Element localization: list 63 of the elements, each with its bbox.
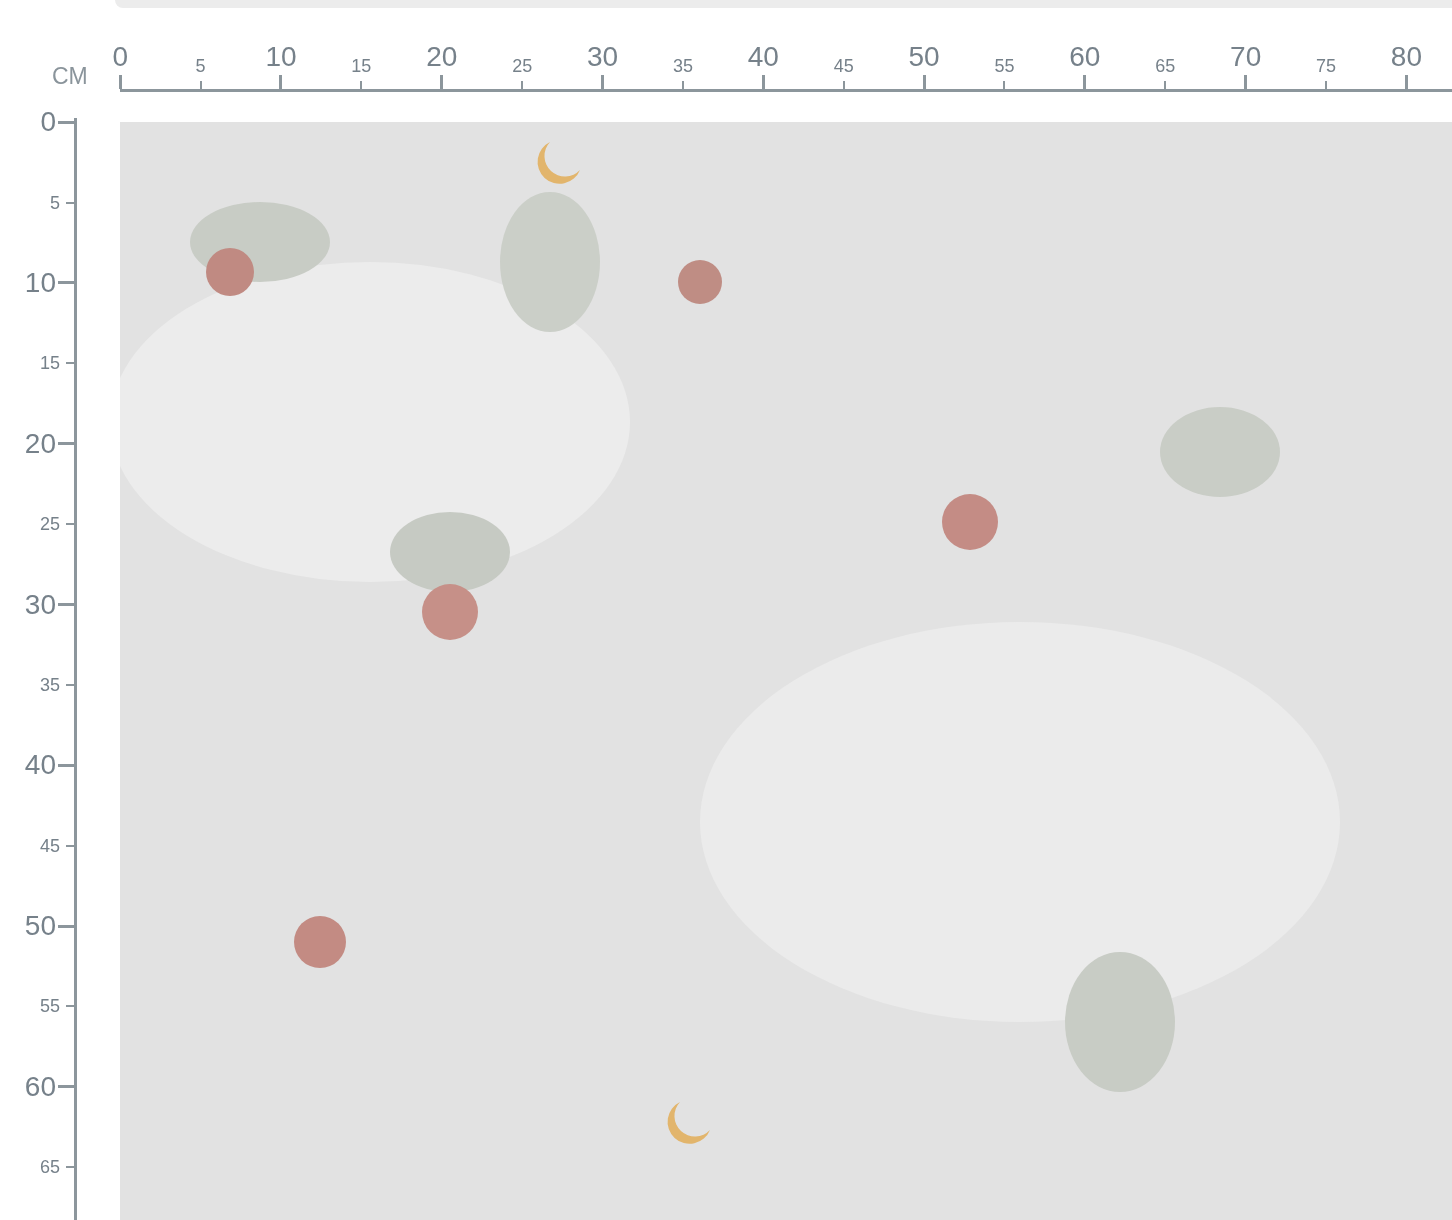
ruler-label: 40 [24, 751, 56, 780]
ruler-tick [58, 1085, 74, 1089]
ruler-tick [842, 81, 845, 89]
ruler-label: 5 [195, 57, 206, 75]
ruler-tick [58, 120, 74, 124]
ruler-label: 35 [39, 675, 60, 694]
ruler-label: 0 [40, 108, 56, 137]
ruler-label: 20 [426, 43, 458, 71]
ruler-label: 15 [351, 57, 372, 75]
ruler-label: 45 [39, 836, 60, 855]
ruler-tick [1164, 81, 1167, 89]
ruler-tick [58, 442, 74, 446]
ruler-label: 50 [24, 912, 56, 941]
ruler-label: 5 [50, 193, 60, 212]
ruler-label: 20 [24, 429, 56, 458]
ruler-tick [66, 1166, 74, 1169]
ruler-tick [922, 75, 926, 89]
ruler-tick [66, 201, 74, 204]
ruler-label: 10 [265, 43, 297, 71]
ruler-label: 60 [1069, 43, 1101, 71]
ruler-label: 35 [672, 57, 693, 75]
ruler-label: 50 [908, 43, 940, 71]
ruler-tick [521, 81, 524, 89]
ruler-tick [601, 75, 605, 89]
ruler-label: 30 [24, 590, 56, 619]
ruler-label: 30 [586, 43, 619, 71]
ruler-label: 60 [24, 1072, 56, 1101]
ruler-tick [440, 75, 444, 89]
ruler-label: 45 [833, 57, 854, 75]
ruler-tick [279, 75, 283, 89]
ruler-tick [761, 75, 765, 89]
ruler-tick [1003, 81, 1006, 89]
ruler-tick [1325, 81, 1328, 89]
ruler-tick [1404, 75, 1408, 89]
ruler-tick [58, 763, 74, 767]
ruler-label: 75 [1316, 57, 1337, 75]
ruler-tick [58, 924, 74, 928]
ruler-tick [66, 523, 74, 526]
ruler-label: 55 [994, 57, 1015, 75]
ruler-tick [58, 603, 74, 607]
ruler-label: 65 [1155, 57, 1176, 75]
ruler-tick [199, 81, 202, 89]
ruler-label: 55 [39, 997, 60, 1016]
ruler-label: 0 [112, 43, 128, 71]
ruler-tick [66, 1005, 74, 1008]
ruler-label: 70 [1230, 43, 1262, 71]
ruler-tick [1083, 75, 1087, 89]
ruler-label: 25 [39, 515, 60, 534]
ruler-tick [66, 844, 74, 847]
ruler-tick [1244, 75, 1248, 89]
unit-label: CM [52, 65, 88, 88]
ruler-label: 40 [747, 43, 779, 71]
ruler-tick [681, 81, 684, 89]
ruler-label: 10 [24, 268, 56, 297]
ruler-tick [66, 683, 74, 686]
ruler-tick [66, 362, 74, 365]
ruler-label: 80 [1390, 43, 1422, 71]
ruler-tick [118, 75, 122, 89]
ruler-tick [58, 281, 74, 285]
ruler-label: 25 [512, 57, 533, 75]
ruler-tick [360, 81, 363, 89]
ruler-label: 65 [39, 1158, 60, 1177]
ruler-label: 15 [39, 354, 60, 373]
